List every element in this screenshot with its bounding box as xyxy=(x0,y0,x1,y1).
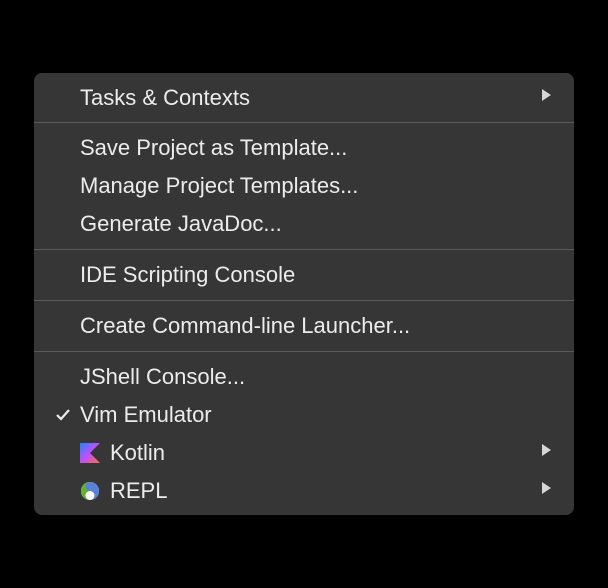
menu-item-kotlin[interactable]: Kotlin xyxy=(34,434,574,472)
menu-item-vim-emulator[interactable]: Vim Emulator xyxy=(34,396,574,434)
menu-label: Manage Project Templates... xyxy=(80,170,552,202)
tools-menu: Tasks & Contexts Save Project as Templat… xyxy=(34,73,574,516)
menu-label: Kotlin xyxy=(110,437,540,469)
menu-label: Generate JavaDoc... xyxy=(80,208,552,240)
menu-item-manage-project-templates[interactable]: Manage Project Templates... xyxy=(34,167,574,205)
menu-item-create-cli-launcher[interactable]: Create Command-line Launcher... xyxy=(34,307,574,345)
menu-label: IDE Scripting Console xyxy=(80,259,552,291)
menu-label: Vim Emulator xyxy=(80,399,552,431)
menu-separator xyxy=(34,249,574,250)
chevron-right-icon xyxy=(540,86,552,109)
menu-separator xyxy=(34,122,574,123)
menu-item-save-project-template[interactable]: Save Project as Template... xyxy=(34,129,574,167)
menu-label: Save Project as Template... xyxy=(80,132,552,164)
checkmark-icon xyxy=(54,406,80,424)
kotlin-icon xyxy=(80,443,110,463)
menu-separator xyxy=(34,351,574,352)
menu-item-repl[interactable]: REPL xyxy=(34,472,574,510)
menu-separator xyxy=(34,300,574,301)
menu-label: REPL xyxy=(110,475,540,507)
menu-label: Tasks & Contexts xyxy=(80,82,540,114)
menu-item-tasks-contexts[interactable]: Tasks & Contexts xyxy=(34,79,574,117)
chevron-right-icon xyxy=(540,441,552,464)
menu-item-generate-javadoc[interactable]: Generate JavaDoc... xyxy=(34,205,574,243)
menu-item-ide-scripting-console[interactable]: IDE Scripting Console xyxy=(34,256,574,294)
clojure-icon xyxy=(80,481,110,501)
menu-label: Create Command-line Launcher... xyxy=(80,310,552,342)
menu-item-jshell-console[interactable]: JShell Console... xyxy=(34,358,574,396)
menu-label: JShell Console... xyxy=(80,361,552,393)
chevron-right-icon xyxy=(540,479,552,502)
